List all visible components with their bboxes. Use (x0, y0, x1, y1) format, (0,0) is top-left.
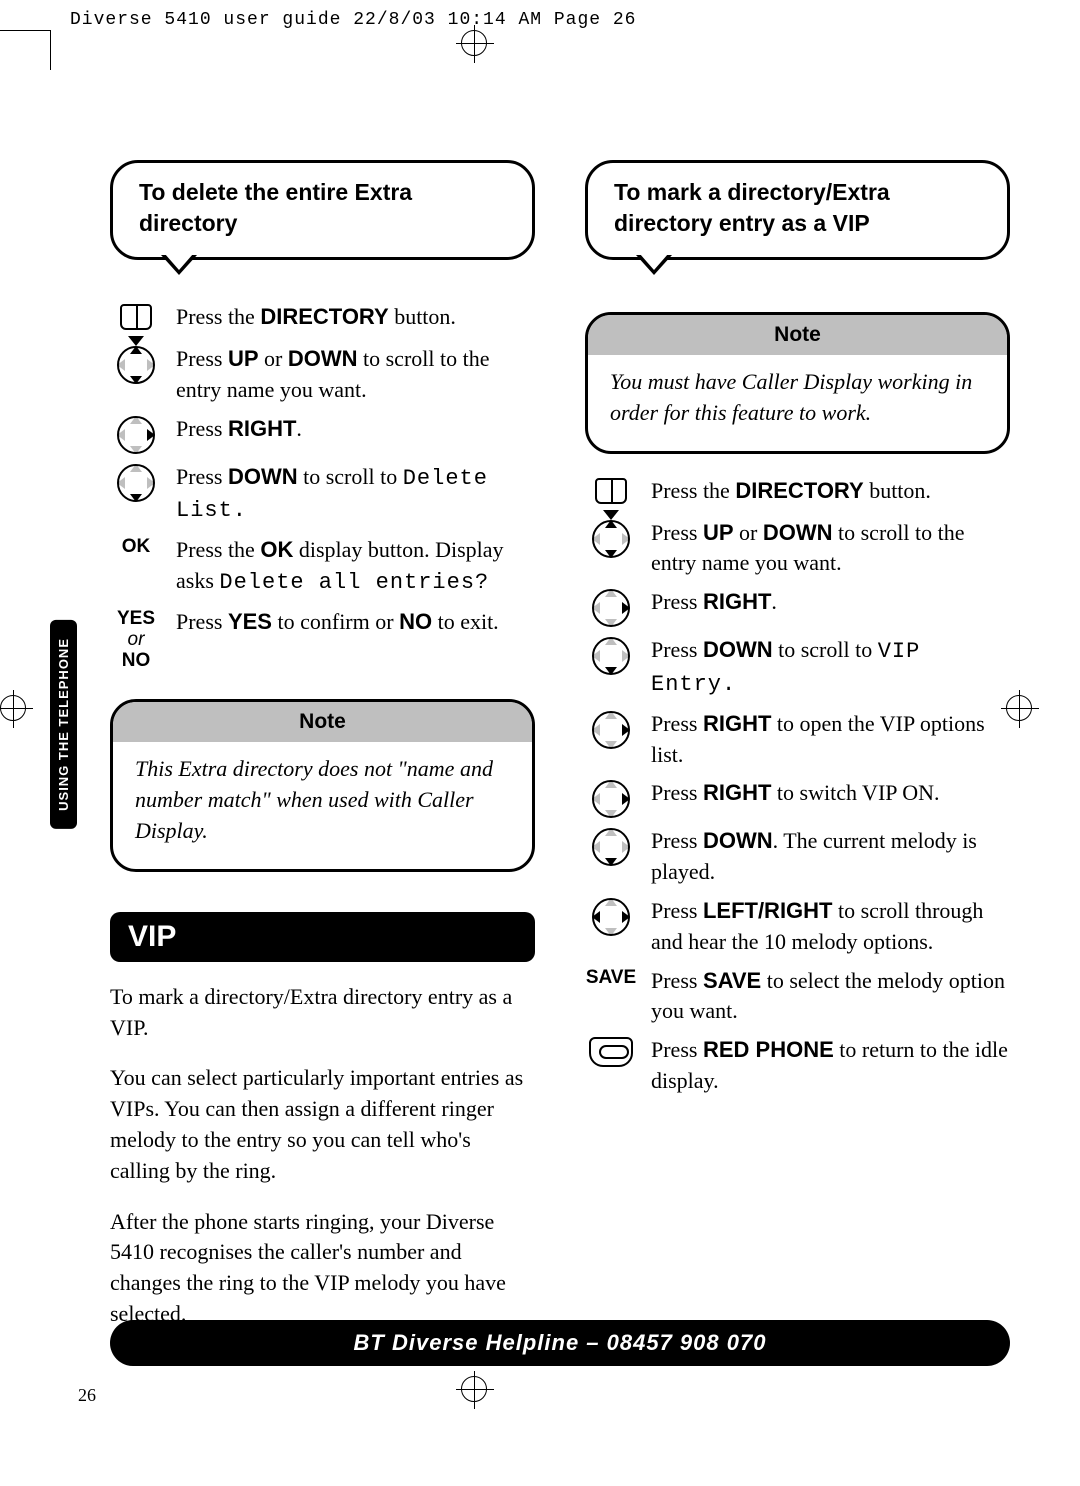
note-box: Note This Extra directory does not "name… (110, 699, 535, 871)
note-box: Note You must have Caller Display workin… (585, 312, 1010, 454)
step-text: Press RIGHT to switch VIP ON. (651, 778, 1010, 809)
body-para: After the phone starts ringing, your Div… (110, 1207, 535, 1330)
step-text: Press LEFT/RIGHT to scroll through and h… (651, 896, 1010, 958)
save-label: SAVE (585, 966, 637, 989)
nav-right-icon (592, 711, 630, 749)
registration-mark-icon (0, 695, 26, 721)
step-text: Press DOWN to scroll to VIP Entry. (651, 635, 1010, 701)
note-title: Note (588, 315, 1007, 355)
nav-down-icon (592, 828, 630, 866)
step-text: Press RIGHT. (651, 587, 1010, 618)
note-body: This Extra directory does not "name and … (135, 754, 510, 846)
side-tab: USING THE TELEPHONE (50, 620, 77, 829)
bubble-heading: To delete the entire Extra directory (139, 179, 412, 236)
step-text: Press DOWN. The current melody is played… (651, 826, 1010, 888)
step-text: Press YES to confirm or NO to exit. (176, 607, 535, 638)
body-para: To mark a directory/Extra directory entr… (110, 982, 535, 1044)
print-header: Diverse 5410 user guide 22/8/03 10:14 AM… (70, 10, 636, 30)
bubble-heading: To mark a directory/Extra directory entr… (614, 179, 890, 236)
registration-mark-icon (461, 1376, 487, 1402)
step-text: Press UP or DOWN to scroll to the entry … (651, 518, 1010, 580)
registration-mark-icon (461, 30, 487, 56)
nav-left-right-icon (592, 898, 630, 936)
step-text: Press the OK display button. Display ask… (176, 535, 535, 599)
bubble-mark-vip: To mark a directory/Extra directory entr… (585, 160, 1010, 260)
vip-heading: VIP (110, 912, 535, 962)
nav-down-icon (117, 464, 155, 502)
helpline-bar: BT Diverse Helpline – 08457 908 070 (110, 1320, 1010, 1366)
step-text: Press SAVE to select the melody option y… (651, 966, 1010, 1028)
directory-icon (595, 478, 627, 510)
step-text: Press RIGHT to open the VIP options list… (651, 709, 1010, 771)
step-text: Press the DIRECTORY button. (651, 476, 1010, 507)
nav-right-icon (592, 589, 630, 627)
step-text: Press RIGHT. (176, 414, 535, 445)
step-text: Press RED PHONE to return to the idle di… (651, 1035, 1010, 1097)
body-para: You can select particularly important en… (110, 1063, 535, 1186)
bubble-delete-extra: To delete the entire Extra directory (110, 160, 535, 260)
nav-right-icon (117, 416, 155, 454)
directory-icon (120, 304, 152, 336)
yes-no-label: YESorNO (110, 607, 162, 672)
nav-right-icon (592, 780, 630, 818)
step-text: Press the DIRECTORY button. (176, 302, 535, 333)
step-text: Press DOWN to scroll to Delete List. (176, 462, 535, 528)
step-text: Press UP or DOWN to scroll to the entry … (176, 344, 535, 406)
nav-up-down-icon (117, 346, 155, 384)
nav-down-icon (592, 637, 630, 675)
note-title: Note (113, 702, 532, 742)
note-body: You must have Caller Display working in … (610, 367, 985, 429)
nav-up-down-icon (592, 520, 630, 558)
ok-label: OK (110, 535, 162, 558)
red-phone-icon (589, 1037, 633, 1067)
page-number: 26 (78, 1385, 96, 1406)
